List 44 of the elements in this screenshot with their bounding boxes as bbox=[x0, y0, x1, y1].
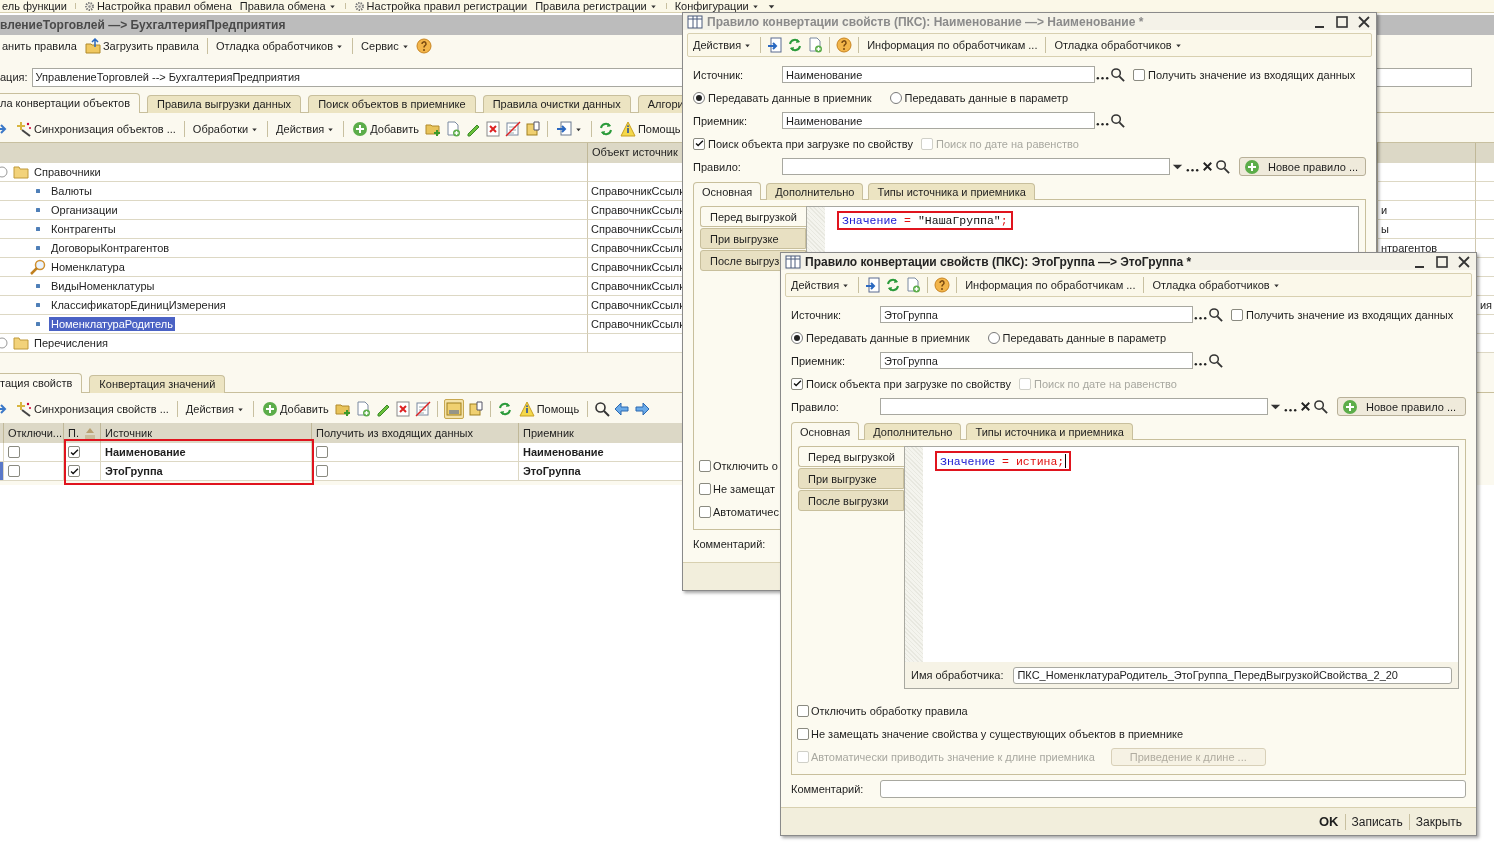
checkbox-label: Отключить о bbox=[713, 459, 778, 472]
checkbox-label: Не замещат bbox=[713, 482, 775, 495]
column-header: Источник bbox=[105, 427, 152, 439]
field-label: Имя обработчика: bbox=[911, 669, 1004, 681]
checkbox-label: Получить значение из входящих данных bbox=[1246, 308, 1454, 321]
checkbox-label: Не замещать значение свойства у существующих объектов в приемнике bbox=[811, 727, 1184, 740]
table-cell: нтрагентов bbox=[1381, 242, 1438, 254]
code-line: Значение = "НашаГруппа"; bbox=[842, 214, 1008, 227]
table-cell: Наименование bbox=[523, 446, 604, 458]
table-cell: и bbox=[1381, 204, 1388, 216]
field-label: Приемник: bbox=[693, 114, 748, 127]
radio-label: Передавать данные в параметр bbox=[1002, 331, 1166, 344]
checkbox-label: Получить значение из входящих данных bbox=[1148, 68, 1356, 81]
field-label: Источник: bbox=[791, 308, 842, 321]
table-cell: ЭтоГруппа bbox=[105, 465, 163, 477]
field-label: Правило: bbox=[791, 400, 840, 413]
radio-label: Передавать данные в параметр bbox=[904, 91, 1068, 104]
checkbox-label: Поиск объекта при загрузке по свойству bbox=[708, 137, 913, 150]
table-cell: ы bbox=[1381, 223, 1389, 235]
field-label: Комментарий: bbox=[791, 783, 865, 795]
checkbox-label: Поиск по дате на равенство bbox=[935, 137, 1079, 150]
radio-label: Передавать данные в приемник bbox=[806, 331, 970, 344]
checkbox-label: Поиск по дате на равенство bbox=[1033, 377, 1177, 390]
window-title: Правило конвертации свойств (ПКС): ЭтоГруппа —> ЭтоГруппа * bbox=[805, 254, 1193, 269]
field-label: Приемник: bbox=[791, 354, 846, 367]
window-title: Правило конвертации свойств (ПКС): Наименование —> Наименование * bbox=[707, 14, 1145, 29]
checkbox-label: Отключить обработку правила bbox=[811, 704, 968, 717]
field-label: Источник: bbox=[693, 68, 744, 81]
checkbox-label: Поиск объекта при загрузке по свойству bbox=[806, 377, 1011, 390]
field-label: Правило: bbox=[693, 160, 742, 173]
table-cell: ЭтоГруппа bbox=[523, 465, 581, 477]
code-line: Значение = истина; bbox=[940, 454, 1065, 468]
window-title: влениеТорговлей —> БухгалтерияПредприятия bbox=[0, 18, 286, 32]
column-header: Приемник bbox=[523, 427, 574, 439]
column-header: П. bbox=[68, 427, 79, 439]
checkbox-label: Автоматически приводить значение к длине приемника bbox=[811, 750, 1095, 763]
radio-label: Передавать данные в приемник bbox=[708, 91, 872, 104]
field-label: ация: bbox=[0, 71, 28, 83]
column-header: Получить из входящих данных bbox=[316, 427, 473, 439]
table-cell: Наименование bbox=[105, 446, 186, 458]
column-header: Отключи... bbox=[8, 427, 62, 439]
checkbox-label: Автоматичес bbox=[713, 505, 779, 518]
field-label: Комментарий: bbox=[693, 538, 767, 550]
table-cell: ия bbox=[1479, 299, 1492, 311]
